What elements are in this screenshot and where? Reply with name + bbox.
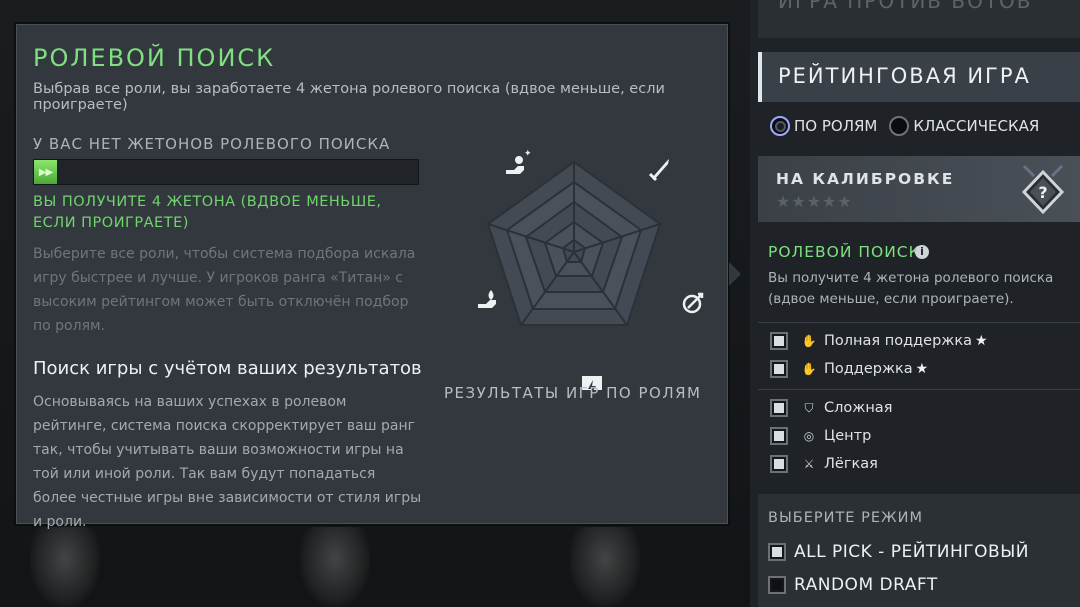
popup-title: РОЛЕВОЙ ПОИСК: [33, 44, 276, 72]
hero-portrait[interactable]: [300, 527, 370, 607]
divider: [758, 322, 1080, 323]
soft-support-icon: ✋: [801, 362, 817, 376]
star-icon: ★: [915, 361, 929, 377]
hard-support-icon: ✋: [801, 334, 817, 348]
carry-icon: [648, 159, 669, 182]
role-search-desc: Вы получите 4 жетона ролевого поиска (вд…: [768, 270, 1054, 307]
ranked-title: РЕЙТИНГОВАЯ ИГРА: [778, 64, 1031, 88]
section-title: Поиск игры с учётом ваших результатов: [33, 358, 422, 379]
hero-portrait[interactable]: [30, 527, 100, 607]
by-roles-radio[interactable]: [770, 116, 790, 136]
role-checkbox[interactable]: [770, 360, 788, 378]
vs-bots-tab[interactable]: ИГРА ПРОТИВ БОТОВ: [758, 0, 1080, 38]
tokens-progress-bar: ▶▶: [33, 159, 419, 185]
hard-support-icon: ✦: [506, 149, 532, 174]
mid-icon: [682, 292, 704, 314]
role-label: Полная поддержка: [824, 333, 972, 349]
search-mode-radios: ПО РОЛЯМ КЛАССИЧЕСКАЯ: [770, 114, 1047, 138]
calibration-panel: НА КАЛИБРОВКЕ ★★★★★ ?: [758, 156, 1080, 222]
mid-icon: ◎: [803, 429, 815, 443]
divider: [758, 389, 1080, 390]
popup-subtitle: Выбрав все роли, вы заработаете 4 жетона…: [33, 81, 665, 113]
role-label: Сложная: [824, 400, 893, 416]
role-search-tooltip: РОЛЕВОЙ ПОИСК Выбрав все роли, вы зарабо…: [14, 22, 730, 530]
mode-item-all-pick[interactable]: ALL PICK - РЕЙТИНГОВЫЙ: [768, 541, 1029, 563]
rank-medal-mark: ?: [1038, 183, 1047, 202]
reward-text: ВЫ ПОЛУЧИТЕ 4 ЖЕТОНА (ВДВОЕ МЕНЬШЕ, ЕСЛИ…: [33, 194, 382, 231]
offlane-icon: ⛉: [804, 401, 814, 415]
section-body: Основываясь на ваших успехах в ролевом р…: [33, 394, 422, 530]
mode-item-random-draft[interactable]: RANDOM DRAFT: [768, 574, 938, 596]
vs-bots-label: ИГРА ПРОТИВ БОТОВ: [778, 0, 1033, 13]
role-checkbox[interactable]: [770, 332, 788, 350]
role-label: Центр: [824, 428, 872, 444]
role-checkbox[interactable]: [770, 427, 788, 445]
ranked-tab[interactable]: РЕЙТИНГОВАЯ ИГРА: [758, 52, 1080, 102]
role-radar-chart: ✦: [444, 120, 720, 400]
star-icon: ★: [974, 333, 988, 349]
role-checkbox[interactable]: [770, 399, 788, 417]
role-item-soft-support[interactable]: ✋ Поддержка ★: [770, 359, 928, 379]
hint-text: Выберите все роли, чтобы система подбора…: [33, 246, 416, 334]
tokens-label: У ВАС НЕТ ЖЕТОНОВ РОЛЕВОГО ПОИСКА: [33, 135, 391, 153]
select-mode-title: ВЫБЕРИТЕ РЕЖИМ: [768, 510, 923, 526]
tokens-progress-fill: ▶▶: [34, 160, 58, 184]
radar-caption: РЕЗУЛЬТАТЫ ИГР ПО РОЛЯМ: [444, 384, 702, 402]
mode-label: ALL PICK - РЕЙТИНГОВЫЙ: [794, 542, 1029, 562]
role-search-title: РОЛЕВОЙ ПОИСК: [768, 243, 921, 261]
hero-portrait[interactable]: [570, 527, 640, 607]
role-item-mid[interactable]: ◎ Центр: [770, 426, 871, 446]
role-item-offlane[interactable]: ⛉ Сложная: [770, 398, 892, 418]
role-label: Поддержка: [824, 361, 913, 377]
carry-icon: ⚔: [803, 457, 815, 471]
mode-label: RANDOM DRAFT: [794, 575, 938, 595]
mode-checkbox[interactable]: [768, 543, 786, 561]
calibration-stars: ★★★★★: [776, 192, 853, 211]
rank-medal-icon[interactable]: ?: [1020, 164, 1066, 216]
soft-support-icon: [478, 290, 496, 308]
role-item-carry[interactable]: ⚔ Лёгкая: [770, 454, 878, 474]
by-roles-label[interactable]: ПО РОЛЯМ: [794, 117, 877, 135]
role-item-hard-support[interactable]: ✋ Полная поддержка ★: [770, 331, 988, 351]
popup-arrow: [729, 262, 741, 286]
info-icon[interactable]: i: [915, 245, 929, 259]
classic-radio[interactable]: [889, 116, 910, 136]
role-checkbox[interactable]: [770, 455, 788, 473]
calibration-title: НА КАЛИБРОВКЕ: [776, 170, 955, 188]
mode-checkbox[interactable]: [768, 576, 786, 594]
role-label: Лёгкая: [824, 456, 878, 472]
classic-label[interactable]: КЛАССИЧЕСКАЯ: [913, 117, 1039, 135]
svg-text:✦: ✦: [524, 149, 532, 159]
